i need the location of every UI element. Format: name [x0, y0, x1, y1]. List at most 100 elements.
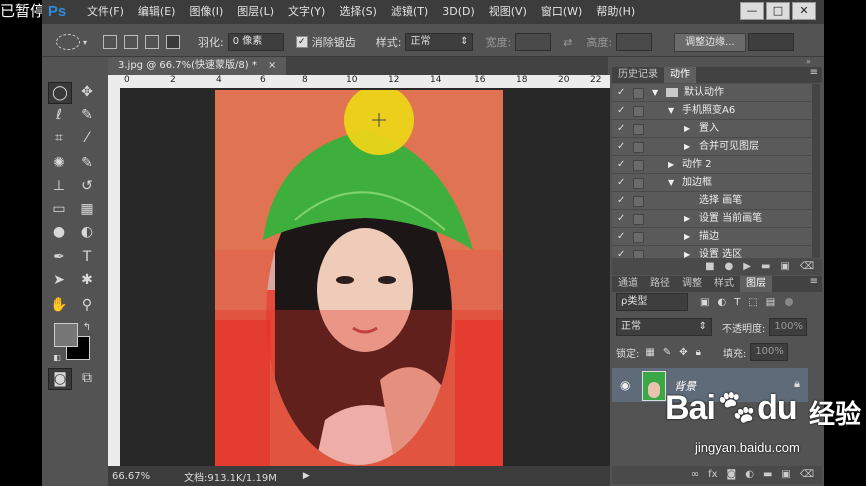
- tab-close-icon[interactable]: ×: [268, 60, 276, 71]
- blend-mode-select[interactable]: 正常 ⇕: [616, 318, 712, 336]
- style-select[interactable]: 正常 ⇕: [405, 33, 474, 51]
- dodge-tool-icon[interactable]: ◐: [76, 222, 98, 242]
- action-check-icon[interactable]: ✓: [617, 174, 627, 191]
- menu-view[interactable]: 视图(V): [482, 0, 534, 24]
- foreground-color-swatch[interactable]: [54, 323, 78, 347]
- menu-select[interactable]: 选择(S): [332, 0, 384, 24]
- subtract-selection-icon[interactable]: [145, 35, 160, 49]
- action-dialog-toggle[interactable]: [633, 250, 644, 258]
- stop-icon[interactable]: ■: [705, 259, 714, 275]
- quick-mask-icon[interactable]: ◙: [48, 368, 72, 390]
- collapse-panels-icon[interactable]: »: [806, 57, 811, 66]
- tab-paths[interactable]: 路径: [644, 276, 676, 292]
- height-input[interactable]: [616, 33, 653, 51]
- menu-edit[interactable]: 编辑(E): [131, 0, 183, 24]
- collapsed-triangle-icon[interactable]: ▶: [684, 138, 690, 155]
- fill-input[interactable]: 100%: [750, 343, 789, 361]
- width-input[interactable]: [515, 33, 552, 51]
- action-check-icon[interactable]: ✓: [617, 156, 627, 173]
- action-check-icon[interactable]: ✓: [617, 84, 627, 101]
- filter-toggle-icon[interactable]: [785, 298, 794, 306]
- action-dialog-toggle[interactable]: [633, 232, 644, 243]
- brush-tool-icon[interactable]: ✎: [76, 153, 98, 173]
- filter-pixel-icon[interactable]: ▣: [700, 297, 709, 308]
- action-dialog-toggle[interactable]: [633, 124, 644, 135]
- elliptical-marquee-icon[interactable]: [56, 34, 80, 50]
- document-tab[interactable]: 3.jpg @ 66.7%(快速蒙版/8) * ×: [108, 57, 287, 75]
- refine-edge-button[interactable]: 调整边缘...: [674, 32, 746, 52]
- path-select-tool-icon[interactable]: ➤: [48, 270, 70, 290]
- workspace-select[interactable]: [747, 33, 794, 51]
- kind-filter-select[interactable]: ρ类型: [616, 293, 688, 311]
- collapsed-triangle-icon[interactable]: ▶: [684, 246, 690, 258]
- history-brush-tool-icon[interactable]: ↺: [76, 176, 98, 196]
- menu-3d[interactable]: 3D(D): [435, 0, 482, 24]
- filter-type-icon[interactable]: T: [734, 297, 740, 308]
- expand-triangle-icon[interactable]: ▼: [668, 102, 674, 119]
- link-layers-icon[interactable]: ∞: [691, 466, 699, 484]
- collapsed-triangle-icon[interactable]: ▶: [668, 156, 674, 173]
- swap-colors-icon[interactable]: ↰: [80, 318, 94, 338]
- gradient-tool-icon[interactable]: ▦: [76, 199, 98, 219]
- tab-channels[interactable]: 通道: [612, 276, 644, 292]
- menu-image[interactable]: 图像(I): [182, 0, 230, 24]
- action-row[interactable]: ✓ ▼ 默认动作: [612, 84, 812, 102]
- action-row[interactable]: ✓ ▶ 合并可见图层: [612, 138, 812, 156]
- tab-history[interactable]: 历史记录: [612, 67, 664, 83]
- new-set-icon[interactable]: ▬: [761, 259, 770, 275]
- action-check-icon[interactable]: ✓: [617, 102, 627, 119]
- adjustment-layer-icon[interactable]: ◐: [745, 466, 754, 484]
- tab-layers[interactable]: 图层: [740, 276, 772, 292]
- minimize-button[interactable]: —: [740, 2, 764, 20]
- action-dialog-toggle[interactable]: [633, 142, 644, 153]
- trash-icon[interactable]: ⌫: [800, 259, 814, 275]
- antialias-checkbox[interactable]: ✓: [295, 36, 308, 48]
- zoom-tool-icon[interactable]: ⚲: [76, 295, 98, 315]
- lock-all-icon[interactable]: 🔒︎: [696, 347, 701, 358]
- new-layer-icon[interactable]: ▣: [781, 466, 790, 484]
- action-row[interactable]: ✓ ▶ 动作 2: [612, 156, 812, 174]
- intersect-selection-icon[interactable]: [166, 35, 181, 49]
- expand-triangle-icon[interactable]: ▼: [668, 174, 674, 191]
- lasso-tool-icon[interactable]: ℓ: [48, 105, 70, 125]
- tab-adjustments[interactable]: 调整: [676, 276, 708, 292]
- panel-menu-icon[interactable]: ≡: [810, 276, 822, 292]
- pen-tool-icon[interactable]: ✒: [48, 247, 70, 267]
- default-colors-icon[interactable]: ◧: [52, 348, 62, 368]
- crop-tool-icon[interactable]: ⌗: [48, 128, 70, 148]
- action-row[interactable]: ✓ ▶ 置入: [612, 120, 812, 138]
- menu-window[interactable]: 窗口(W): [534, 0, 589, 24]
- ellipse-marquee-tool-icon[interactable]: ◯: [48, 82, 72, 104]
- filter-adjust-icon[interactable]: ◐: [717, 297, 726, 308]
- filter-smart-icon[interactable]: ▤: [766, 297, 775, 308]
- menu-type[interactable]: 文字(Y): [281, 0, 332, 24]
- action-dialog-toggle[interactable]: [633, 160, 644, 171]
- menu-layer[interactable]: 图层(L): [230, 0, 281, 24]
- type-tool-icon[interactable]: T: [76, 247, 98, 267]
- healing-brush-tool-icon[interactable]: ✺: [48, 153, 70, 173]
- action-dialog-toggle[interactable]: [633, 214, 644, 225]
- new-action-icon[interactable]: ▣: [780, 259, 789, 275]
- play-icon[interactable]: ▶: [743, 259, 751, 275]
- move-tool-icon[interactable]: ✥: [76, 82, 98, 102]
- action-row[interactable]: ✓ 选择 画笔: [612, 192, 812, 210]
- feather-input[interactable]: 0 像素: [227, 33, 284, 51]
- record-icon[interactable]: ●: [725, 259, 734, 275]
- action-check-icon[interactable]: ✓: [617, 192, 627, 209]
- lock-pixels-icon[interactable]: ✎: [663, 347, 671, 358]
- action-dialog-toggle[interactable]: [633, 196, 644, 207]
- fx-icon[interactable]: fx: [708, 466, 717, 484]
- panel-menu-icon[interactable]: ≡: [810, 67, 822, 83]
- add-mask-icon[interactable]: ◙: [727, 466, 737, 484]
- lock-position-icon[interactable]: ✥: [679, 347, 687, 358]
- action-check-icon[interactable]: ✓: [617, 120, 627, 137]
- quick-select-tool-icon[interactable]: ✎: [76, 105, 98, 125]
- action-check-icon[interactable]: ✓: [617, 210, 627, 227]
- eyedropper-tool-icon[interactable]: ⁄: [76, 128, 98, 148]
- delete-layer-icon[interactable]: ⌫: [800, 466, 814, 484]
- opacity-input[interactable]: 100%: [769, 318, 808, 336]
- filter-shape-icon[interactable]: ⬚: [748, 297, 757, 308]
- collapsed-triangle-icon[interactable]: ▶: [684, 228, 690, 245]
- action-row[interactable]: ✓ ▼ 加边框: [612, 174, 812, 192]
- new-selection-icon[interactable]: [103, 35, 118, 49]
